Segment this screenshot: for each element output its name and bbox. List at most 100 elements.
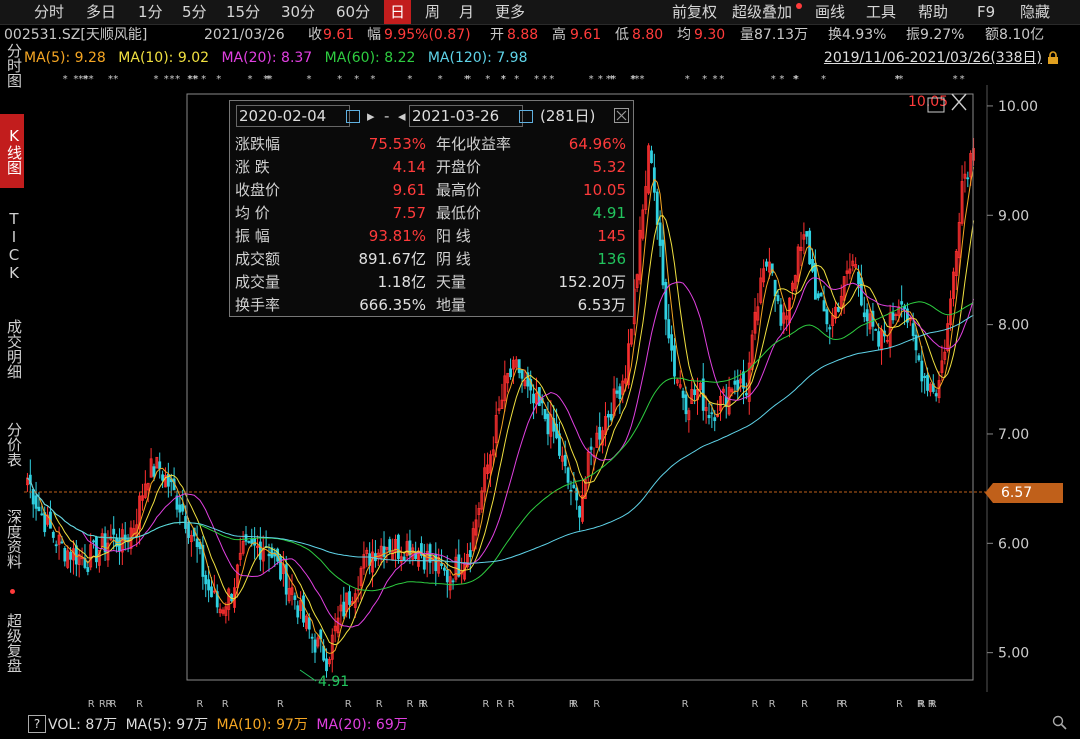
candle-body <box>779 304 783 326</box>
event-star-icon: * <box>549 74 554 85</box>
candle-body <box>862 312 866 318</box>
lock-icon[interactable] <box>1046 51 1060 65</box>
side-tab-intraday[interactable]: 分时图 <box>0 32 24 98</box>
candle-body <box>178 504 182 513</box>
event-star-icon: * <box>514 74 519 85</box>
candle-body <box>693 389 697 396</box>
period-15min[interactable]: 15分 <box>226 0 260 24</box>
period-5min[interactable]: 5分 <box>182 0 207 24</box>
magnifier-icon[interactable] <box>1052 715 1068 731</box>
y-tick-label: 8.00 <box>998 318 1029 334</box>
vol-label: VOL: 87万 <box>48 717 118 733</box>
ex-right-marker-icon: R <box>110 699 117 710</box>
event-star-icon: * <box>953 74 958 85</box>
period-more[interactable]: 更多 <box>495 0 525 24</box>
candle-body <box>920 360 924 382</box>
date-range-link[interactable]: 2019/11/06-2021/03/26(338日) <box>824 47 1042 69</box>
y-tick-label: 10.00 <box>998 99 1038 115</box>
candle-body <box>860 277 863 306</box>
start-date-input[interactable]: 2020-02-04 <box>236 105 350 127</box>
ex-right-marker-icon: R <box>682 699 689 710</box>
event-star-icon: * <box>702 74 707 85</box>
ma20-label: MA(20): 8.37 <box>221 50 313 66</box>
hide-button[interactable]: 隐藏 <box>1020 0 1050 24</box>
stats-value: 6.53万 <box>577 296 626 314</box>
candle-body <box>408 540 412 556</box>
candle-body <box>112 528 116 535</box>
top-toolbar: 分时 多日 1分 5分 15分 30分 60分 日 周 月 更多 前复权 超级叠… <box>0 0 1080 25</box>
candle-body <box>31 488 35 505</box>
quote-date: 2021/03/26 <box>204 27 285 43</box>
price-pointer-icon <box>985 483 993 503</box>
event-star-icon: * <box>201 74 206 85</box>
ex-right-marker-icon: R <box>277 699 284 710</box>
stats-value: 1.18亿 <box>377 273 426 291</box>
side-tab-trade-detail[interactable]: 成交明细 <box>0 304 24 394</box>
ex-right-marker-icon: R <box>482 699 489 710</box>
period-month[interactable]: 月 <box>459 0 474 24</box>
period-week[interactable]: 周 <box>425 0 440 24</box>
candle-body <box>618 386 622 400</box>
candle-body <box>51 531 55 538</box>
tools-button[interactable]: 工具 <box>866 0 896 24</box>
start-date-arrow-icon[interactable]: ▸ <box>367 105 375 127</box>
y-tick-label: 9.00 <box>998 208 1029 224</box>
period-30min[interactable]: 30分 <box>281 0 315 24</box>
amount-value: 额8.10亿 <box>985 27 1045 43</box>
calendar-icon[interactable] <box>346 110 360 123</box>
ex-right-marker-icon: R <box>801 699 808 710</box>
help-button[interactable]: 帮助 <box>918 0 948 24</box>
stats-row: 涨跌幅 75.53% 年化收益率 64.96% <box>230 133 633 156</box>
end-date-arrow-icon[interactable]: ◂ <box>398 105 406 127</box>
candle-body <box>302 595 305 623</box>
period-60min[interactable]: 60分 <box>336 0 370 24</box>
period-intraday[interactable]: 分时 <box>34 0 64 24</box>
event-star-icon: * <box>438 74 443 85</box>
stats-label: 振 幅 <box>235 227 270 245</box>
vol-ma10-label: MA(10): 97万 <box>216 717 308 733</box>
ex-right-marker-icon: R <box>196 699 203 710</box>
candle-body <box>658 222 662 246</box>
side-tab-price-table[interactable]: 分价表 <box>0 410 24 478</box>
candle-body <box>422 555 426 570</box>
event-star-icon: * <box>193 74 198 85</box>
ex-right-marker-icon: R <box>751 699 758 710</box>
close-icon[interactable] <box>951 93 967 111</box>
f9-button[interactable]: F9 <box>977 0 995 24</box>
current-price-badge: 6.57 <box>985 483 1063 503</box>
end-date-input[interactable]: 2021-03-26 <box>409 105 523 127</box>
side-tab-super-replay[interactable]: 超级复盘 <box>0 598 24 688</box>
period-multiday[interactable]: 多日 <box>86 0 116 24</box>
super-overlay-button[interactable]: 超级叠加 <box>732 0 792 24</box>
candle-body <box>681 390 685 398</box>
help-icon[interactable]: ? <box>28 715 46 733</box>
candle-body <box>348 591 351 605</box>
calendar-icon[interactable] <box>519 110 533 123</box>
candle-body <box>673 345 676 377</box>
side-tab-tick[interactable]: TICK <box>0 198 24 294</box>
candle-body <box>457 554 461 577</box>
event-star-icon: * <box>534 74 539 85</box>
panel-close-icon[interactable] <box>614 108 629 123</box>
period-day[interactable]: 日 <box>384 0 412 24</box>
period-1min[interactable]: 1分 <box>138 0 163 24</box>
candle-body <box>546 413 550 435</box>
y-tick-label: 7.00 <box>998 427 1029 443</box>
candle-body <box>451 580 455 583</box>
stock-code-name[interactable]: 002531.SZ[天顺风能] <box>4 24 147 46</box>
candle-body <box>813 263 817 300</box>
candle-body <box>733 380 737 385</box>
candle-body <box>397 534 400 559</box>
ma60-label: MA(60): 8.22 <box>324 50 416 66</box>
side-tab-depth-info[interactable]: 深度资料 <box>0 494 24 584</box>
side-tab-kline[interactable]: K线图 <box>0 114 24 188</box>
adjust-forward-button[interactable]: 前复权 <box>672 0 717 24</box>
draw-line-button[interactable]: 画线 <box>815 0 845 24</box>
candle-body <box>661 239 665 286</box>
candle-body <box>443 567 446 571</box>
vol-ma5-label: MA(5): 97万 <box>125 717 209 733</box>
candle-body <box>244 534 248 542</box>
candle-body <box>816 293 820 299</box>
y-axis-ticks: 10.00 9.00 8.00 7.00 6.00 5.00 <box>987 99 1038 662</box>
candle-body <box>517 359 521 374</box>
